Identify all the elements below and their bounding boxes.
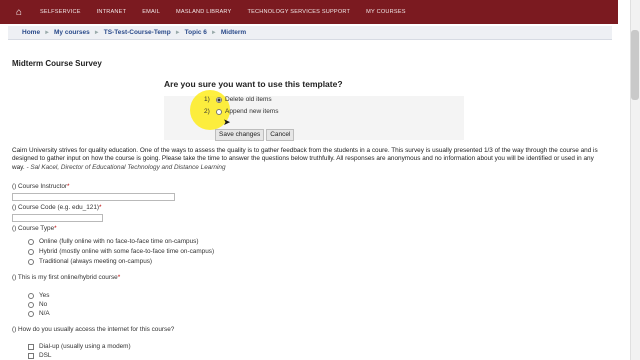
question-text: () Course Instructor (12, 183, 68, 190)
option-label: Hybrid (mostly online with some face-to-… (39, 248, 215, 255)
question-internet-access: () How do you usually access the interne… (12, 326, 174, 333)
breadcrumb-course[interactable]: TS-Test-Course-Temp (104, 29, 171, 36)
save-changes-button[interactable]: Save changes (215, 129, 265, 141)
breadcrumb-home[interactable]: Home (22, 29, 40, 36)
question-text: () Course Type (12, 225, 55, 232)
breadcrumb-separator-icon: ► (174, 29, 181, 36)
access-dsl-checkbox[interactable] (28, 352, 34, 359)
nav-email[interactable]: EMAIL (134, 9, 168, 15)
choice-delete-old-items[interactable]: 1) Delete old items (204, 96, 272, 103)
course-code-input[interactable] (12, 214, 103, 222)
home-icon[interactable]: ⌂ (6, 0, 32, 24)
course-type-hybrid[interactable]: Hybrid (mostly online with some face-to-… (28, 248, 214, 255)
choice-number: 2) (204, 108, 210, 115)
cancel-button[interactable]: Cancel (266, 129, 295, 141)
required-mark: * (67, 183, 70, 190)
template-buttons: Save changes Cancel (215, 129, 295, 141)
first-course-yes[interactable]: Yes (28, 292, 49, 299)
intro-quote: - Sal Kacel, Director of Educational Tec… (26, 163, 226, 171)
breadcrumb-topic[interactable]: Topic 6 (185, 29, 207, 36)
access-dial-up-checkbox[interactable] (28, 343, 34, 350)
mouse-pointer-icon: ➤ (223, 117, 231, 127)
page-title: Midterm Course Survey (12, 59, 102, 68)
breadcrumb-separator-icon: ► (93, 29, 100, 36)
first-course-no-radio[interactable] (28, 301, 34, 308)
nav-masland-library[interactable]: MASLAND LIBRARY (168, 9, 239, 15)
question-course-type: () Course Type* (12, 225, 57, 232)
access-dsl[interactable]: DSL (28, 352, 51, 359)
required-mark: * (99, 204, 102, 211)
nav-selfservice[interactable]: SELFSERVICE (32, 9, 89, 15)
option-label: No (39, 301, 48, 308)
choice-label: Delete old items (225, 96, 272, 103)
survey-intro: Cairn University strives for quality edu… (12, 147, 608, 172)
course-type-online[interactable]: Online (fully online with no face-to-fac… (28, 238, 198, 245)
course-type-traditional[interactable]: Traditional (always meeting on-campus) (28, 258, 152, 265)
required-mark: * (54, 225, 57, 232)
first-course-na[interactable]: N/A (28, 310, 50, 317)
template-confirm-prompt: Are you sure you want to use this templa… (164, 79, 343, 89)
option-label: Traditional (always meeting on-campus) (39, 258, 153, 265)
scrollbar-thumb[interactable] (631, 30, 639, 100)
breadcrumb-separator-icon: ► (210, 29, 217, 36)
course-type-traditional-radio[interactable] (28, 258, 34, 265)
course-type-hybrid-radio[interactable] (28, 248, 34, 255)
question-text: () How do you usually access the interne… (12, 326, 175, 333)
question-text: () Course Code (e.g. edu_121) (12, 204, 100, 211)
breadcrumb: Home ► My courses ► TS-Test-Course-Temp … (8, 26, 612, 40)
option-label: Yes (39, 292, 50, 299)
option-label: N/A (39, 310, 50, 317)
option-label: DSL (39, 352, 52, 359)
first-course-no[interactable]: No (28, 301, 47, 308)
question-text: () This is my first online/hybrid course (12, 274, 118, 281)
breadcrumb-separator-icon: ► (44, 29, 51, 36)
option-label: Online (fully online with no face-to-fac… (39, 238, 199, 245)
required-mark: * (117, 274, 121, 281)
course-instructor-input[interactable] (12, 193, 175, 201)
choice-label: Append new items (225, 108, 279, 115)
nav-intranet[interactable]: INTRANET (89, 9, 135, 15)
first-course-na-radio[interactable] (28, 310, 34, 317)
nav-my-courses[interactable]: MY COURSES (358, 9, 414, 15)
page-scrollbar[interactable] (630, 0, 640, 360)
access-dial-up[interactable]: Dial-up (usually using a modem) (28, 343, 131, 350)
top-navigation-bar: ⌂ SELFSERVICE INTRANET EMAIL MASLAND LIB… (0, 0, 618, 24)
course-type-online-radio[interactable] (28, 238, 34, 245)
question-course-instructor: () Course Instructor* (12, 183, 70, 190)
append-new-items-radio[interactable] (216, 108, 222, 115)
breadcrumb-my-courses[interactable]: My courses (54, 29, 90, 36)
choice-append-new-items[interactable]: 2) Append new items (204, 108, 278, 115)
question-first-online-course: () This is my first online/hybrid course… (12, 274, 120, 281)
choice-number: 1) (204, 96, 210, 103)
breadcrumb-current[interactable]: Midterm (221, 29, 246, 36)
nav-technology-services-support[interactable]: TECHNOLOGY SERVICES SUPPORT (239, 9, 358, 15)
question-course-code: () Course Code (e.g. edu_121)* (12, 204, 102, 211)
first-course-yes-radio[interactable] (28, 292, 34, 299)
option-label: Dial-up (usually using a modem) (39, 343, 131, 350)
delete-old-items-radio[interactable] (216, 96, 222, 103)
